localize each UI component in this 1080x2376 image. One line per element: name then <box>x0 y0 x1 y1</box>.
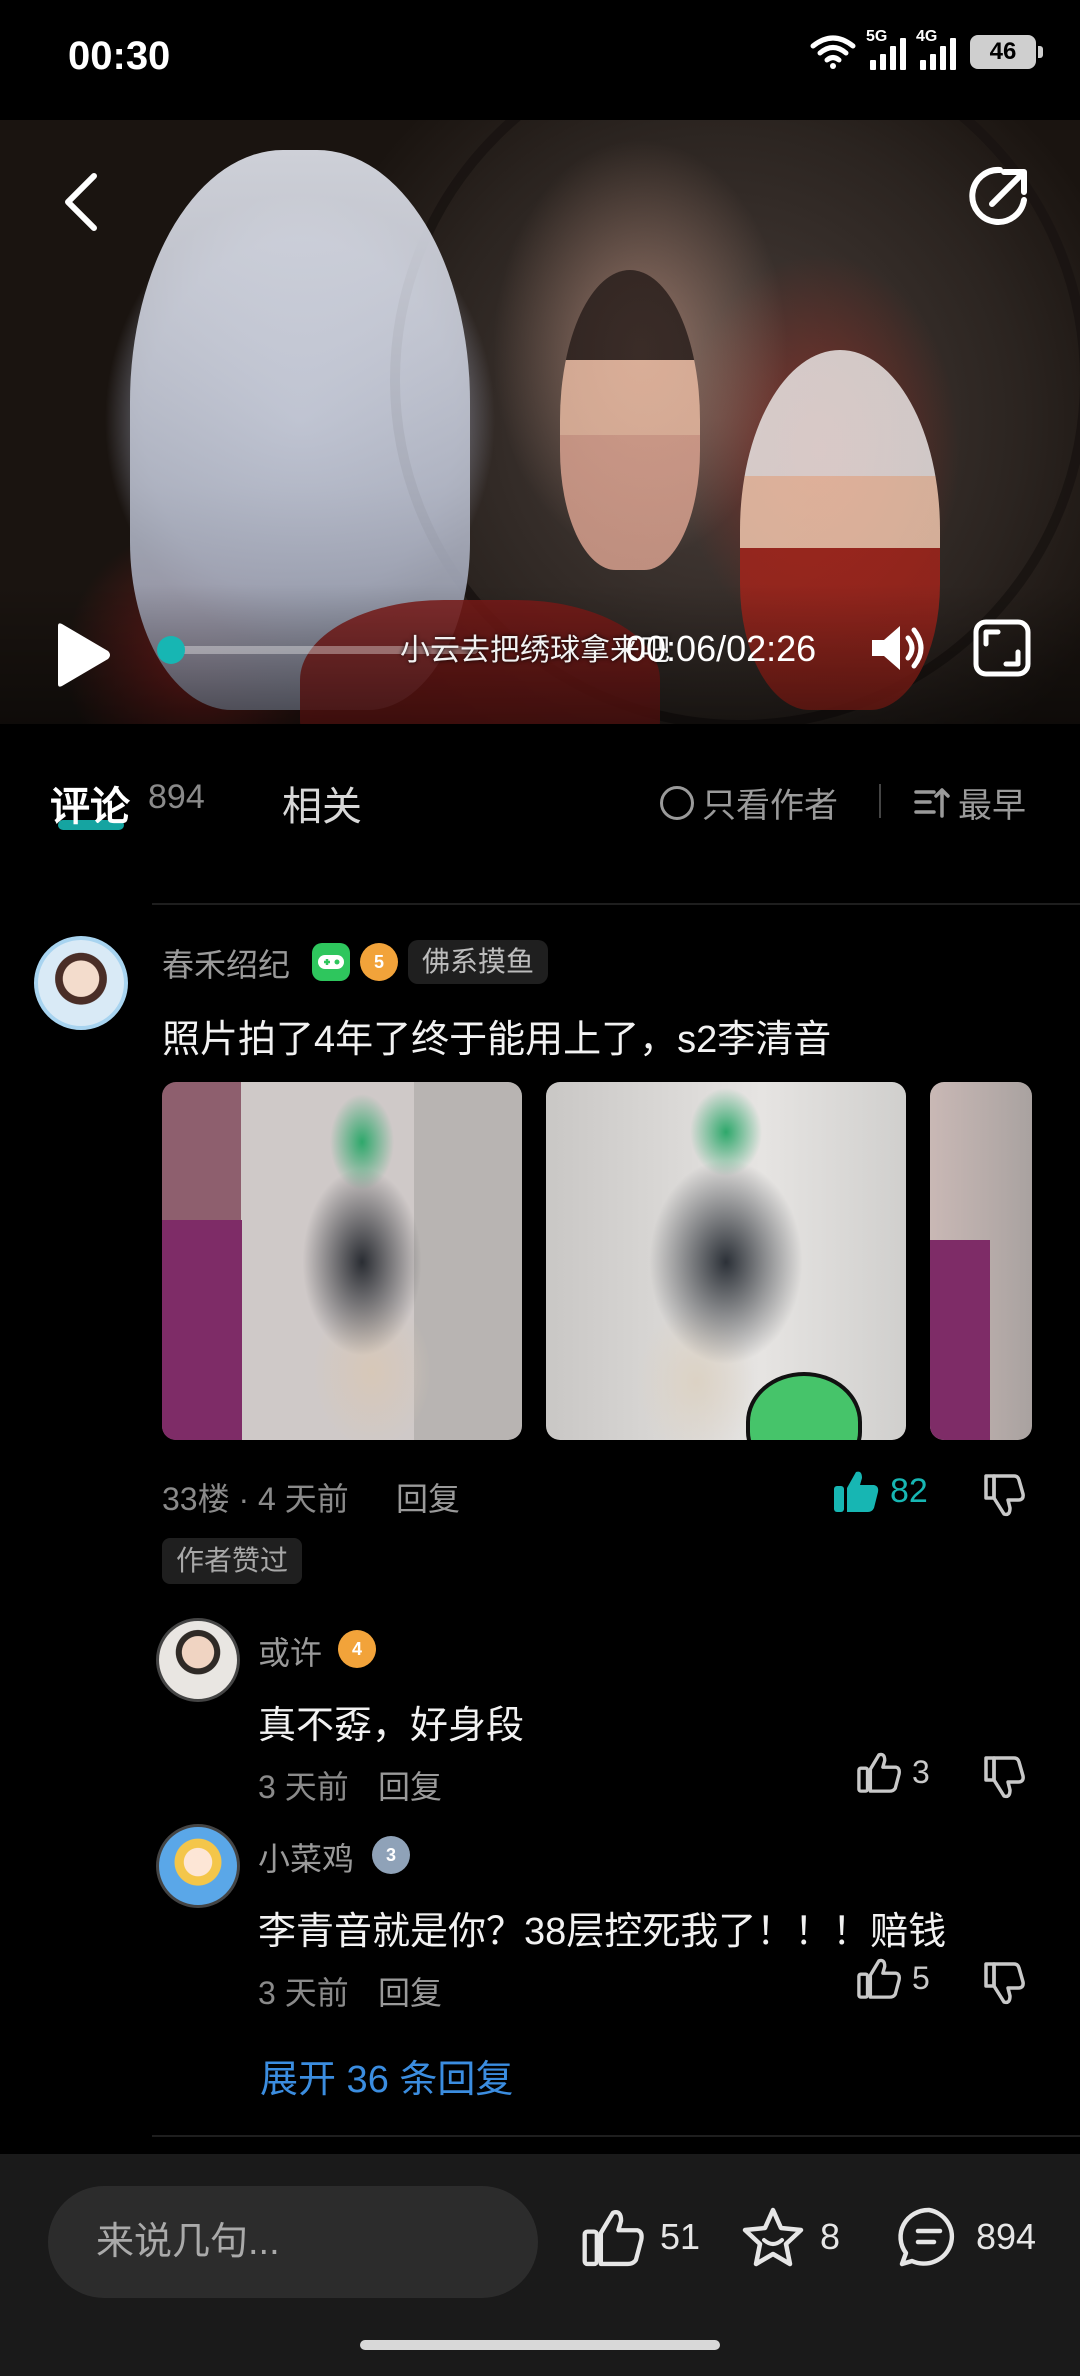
comment-photo[interactable] <box>930 1082 1032 1440</box>
comment-bubble-icon <box>898 2207 955 2267</box>
avatar[interactable] <box>156 1824 240 1908</box>
photo-detail <box>930 1240 990 1440</box>
status-bar: 00:30 5G 4G 46 <box>0 0 1080 120</box>
home-indicator[interactable] <box>360 2340 720 2350</box>
reply-time: 3 天前 <box>258 1975 349 2011</box>
thumbs-down-icon[interactable] <box>980 1470 1028 1518</box>
thumbs-up-icon <box>857 1958 901 1999</box>
fullscreen-icon[interactable] <box>972 618 1032 678</box>
photo-detail <box>162 1220 242 1440</box>
radio-circle-icon <box>660 785 694 820</box>
thumbs-up-filled-icon <box>834 1471 879 1512</box>
tab-related[interactable]: 相关 <box>282 774 362 832</box>
divider <box>152 2135 1080 2137</box>
reply-button[interactable]: 回复 <box>396 1474 460 1520</box>
avatar[interactable] <box>156 1618 240 1702</box>
tab-comments[interactable]: 评论 <box>50 774 130 832</box>
tab-comments-count: 894 <box>148 778 205 816</box>
author-only-toggle[interactable]: 只看作者 <box>660 778 838 827</box>
thumbs-up-icon <box>857 1752 901 1793</box>
video-like-count: 51 <box>660 2216 701 2257</box>
wifi-icon <box>810 35 856 69</box>
comments-button[interactable]: 894 <box>896 2206 1036 2268</box>
comment-tabs: 评论 894 相关 只看作者 最早 <box>0 724 1080 874</box>
divider <box>152 903 1080 905</box>
status-time: 00:30 <box>68 34 171 78</box>
like-button[interactable]: 5 <box>856 1956 930 2000</box>
comment-meta: 33楼 · 4 天前 <box>162 1481 349 1517</box>
video-like-button[interactable]: 51 <box>580 2206 700 2268</box>
comment-photo[interactable] <box>546 1082 906 1440</box>
video-frame-figure-2 <box>560 270 700 570</box>
comment-photo[interactable] <box>162 1082 522 1440</box>
progress-thumb[interactable] <box>156 636 185 664</box>
comment-username[interactable]: 春禾绍纪 <box>162 940 290 986</box>
volume-icon[interactable] <box>866 616 930 680</box>
battery-icon: 46 <box>970 35 1043 69</box>
favorite-button[interactable]: 8 <box>740 2206 840 2268</box>
author-liked-badge: 作者赞过 <box>162 1538 303 1584</box>
comment-input[interactable]: 来说几句... <box>48 2186 538 2298</box>
video-time: 00:06/02:26 <box>626 628 817 669</box>
level-badge: 5 <box>360 943 398 981</box>
thumbs-down-icon[interactable] <box>980 1752 1028 1800</box>
reply-username[interactable]: 小菜鸡 <box>258 1834 354 1880</box>
expand-replies-link[interactable]: 展开 36 条回复 <box>260 2048 513 2103</box>
play-icon[interactable] <box>50 620 114 690</box>
comments-count: 894 <box>976 2216 1037 2257</box>
thumbs-down-icon[interactable] <box>980 1958 1028 2006</box>
level-badge: 3 <box>372 1836 410 1874</box>
reply-text: 李青音就是你？38层控死我了！！！赔钱 <box>258 1911 947 1953</box>
reply-button[interactable]: 回复 <box>378 1968 442 2014</box>
sort-label: 最早 <box>958 787 1026 825</box>
reply-time: 3 天前 <box>258 1769 349 1805</box>
share-icon[interactable] <box>964 160 1036 232</box>
video-player[interactable]: 小云去把绣球拿来吧 00:06/02:26 <box>0 120 1080 724</box>
like-count: 3 <box>912 1753 930 1790</box>
back-arrow-icon[interactable] <box>56 170 108 234</box>
like-button[interactable]: 3 <box>856 1750 930 1794</box>
reply-text: 真不孬，好身段 <box>258 1705 525 1747</box>
reply-username[interactable]: 或许 <box>258 1628 322 1674</box>
reply-button[interactable]: 回复 <box>378 1762 442 1808</box>
comment-text: 照片拍了4年了终于能用上了，s2李清音 <box>162 1019 832 1061</box>
avatar[interactable] <box>34 936 128 1030</box>
thumbs-up-icon <box>582 2210 644 2267</box>
divider <box>879 784 881 818</box>
sort-icon <box>914 787 950 818</box>
status-icons: 5G 4G 46 <box>810 28 1043 70</box>
like-count: 5 <box>912 1959 930 1996</box>
favorite-count: 8 <box>820 2216 841 2257</box>
signal-5g-icon: 5G <box>866 28 906 70</box>
user-tag: 佛系摸鱼 <box>408 940 549 984</box>
like-count: 82 <box>890 1471 928 1510</box>
game-badge-icon <box>312 943 350 981</box>
star-icon <box>742 2207 804 2267</box>
author-only-label: 只看作者 <box>702 787 838 825</box>
sort-button[interactable]: 最早 <box>914 778 1026 827</box>
level-badge: 4 <box>338 1630 376 1668</box>
sticker-image <box>746 1372 862 1440</box>
like-button[interactable]: 82 <box>832 1468 928 1514</box>
signal-4g-icon: 4G <box>916 28 956 70</box>
